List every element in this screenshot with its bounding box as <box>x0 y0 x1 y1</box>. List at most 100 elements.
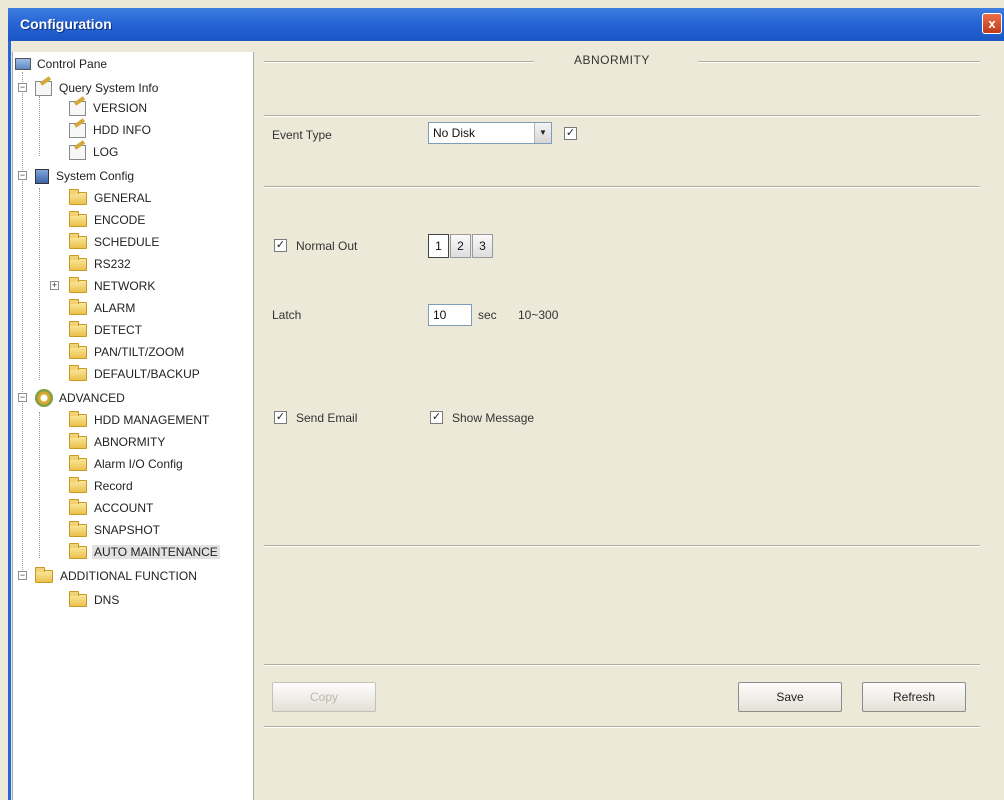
tree-item-snapshot[interactable]: SNAPSHOT <box>69 520 162 540</box>
folder-icon <box>69 188 87 205</box>
tree-item-label: ACCOUNT <box>94 501 154 515</box>
tree-item-pan-tilt-zoom[interactable]: PAN/TILT/ZOOM <box>69 342 186 362</box>
event-type-label: Event Type <box>272 128 332 142</box>
window-title: Configuration <box>20 16 112 32</box>
collapse-toggle[interactable]: − <box>18 83 27 92</box>
tree-item-alarm-io-config[interactable]: Alarm I/O Config <box>69 454 185 474</box>
tree-item-label: DEFAULT/BACKUP <box>94 367 200 381</box>
tree-item-rs232[interactable]: RS232 <box>69 254 133 274</box>
folder-icon <box>69 520 87 537</box>
collapse-toggle[interactable]: − <box>18 571 27 580</box>
refresh-button[interactable]: Refresh <box>862 682 966 712</box>
system-icon <box>35 168 49 184</box>
divider <box>264 61 534 63</box>
tree-item-label: NETWORK <box>94 279 156 293</box>
tree-item-schedule[interactable]: SCHEDULE <box>69 232 161 252</box>
tree-item-label: ABNORMITY <box>94 435 166 449</box>
expand-toggle[interactable]: + <box>50 281 59 290</box>
close-button[interactable]: x <box>982 13 1002 34</box>
output-channel-3-button[interactable]: 3 <box>472 234 493 258</box>
tree-item-label: Control Pane <box>37 57 108 71</box>
output-channel-2-button[interactable]: 2 <box>450 234 471 258</box>
tree-item-alarm[interactable]: ALARM <box>69 298 137 318</box>
tree-item-label: AUTO MAINTENANCE <box>92 545 220 559</box>
folder-icon <box>69 498 87 515</box>
send-email-label: Send Email <box>296 411 358 425</box>
tree-item-label: ENCODE <box>94 213 146 227</box>
tree-item-general[interactable]: GENERAL <box>69 188 153 208</box>
note-icon <box>35 80 52 96</box>
tree-item-label: GENERAL <box>94 191 152 205</box>
tree-item-label: Record <box>94 479 133 493</box>
tree-connector <box>39 96 40 156</box>
window-frame-edge <box>8 41 11 800</box>
tree-item-label: SCHEDULE <box>94 235 160 249</box>
folder-icon <box>69 254 87 271</box>
tree-item-label: DNS <box>94 593 120 607</box>
folder-icon <box>69 476 87 493</box>
show-message-label: Show Message <box>452 411 535 425</box>
tree-item-advanced[interactable]: ADVANCED <box>35 388 127 408</box>
copy-button[interactable]: Copy <box>272 682 376 712</box>
latch-unit: sec <box>478 308 497 322</box>
folder-icon <box>69 342 87 359</box>
event-type-select[interactable]: No Disk ▼ <box>428 122 552 144</box>
tree-item-account[interactable]: ACCOUNT <box>69 498 155 518</box>
tree-item-hdd-info[interactable]: HDD INFO <box>69 120 153 140</box>
divider <box>264 726 980 728</box>
tree-item-query-system-info[interactable]: Query System Info <box>35 78 160 98</box>
tree-item-auto-maintenance[interactable]: AUTO MAINTENANCE <box>69 542 220 562</box>
tree-item-encode[interactable]: ENCODE <box>69 210 147 230</box>
event-enable-checkbox[interactable]: ✓ <box>564 127 577 140</box>
folder-icon <box>69 210 87 227</box>
tree-item-system-config[interactable]: System Config <box>35 166 136 186</box>
tree-item-label: ALARM <box>94 301 136 315</box>
tree-item-abnormity[interactable]: ABNORMITY <box>69 432 167 452</box>
note-icon <box>69 100 86 116</box>
navigation-tree: Control Pane − Query System Info VERSION… <box>12 52 254 800</box>
tree-item-control-pane[interactable]: Control Pane <box>15 54 109 74</box>
tree-item-dns[interactable]: DNS <box>69 590 121 610</box>
tree-item-label: DETECT <box>94 323 142 337</box>
tree-item-label: ADVANCED <box>59 391 125 405</box>
tree-item-label: Query System Info <box>59 81 159 95</box>
divider <box>264 545 980 547</box>
divider <box>264 186 980 188</box>
tree-item-detect[interactable]: DETECT <box>69 320 144 340</box>
tree-item-hdd-management[interactable]: HDD MANAGEMENT <box>69 410 211 430</box>
folder-icon <box>69 410 87 427</box>
tree-connector <box>39 412 40 558</box>
chevron-down-icon[interactable]: ▼ <box>534 123 551 143</box>
collapse-toggle[interactable]: − <box>18 393 27 402</box>
collapse-toggle[interactable]: − <box>18 171 27 180</box>
tree-connector <box>22 72 23 580</box>
tree-item-log[interactable]: LOG <box>69 142 120 162</box>
tree-item-additional-function[interactable]: ADDITIONAL FUNCTION <box>35 566 199 586</box>
tree-item-version[interactable]: VERSION <box>69 98 149 118</box>
tree-item-label: PAN/TILT/ZOOM <box>94 345 185 359</box>
note-icon <box>69 144 86 160</box>
close-icon: x <box>988 16 996 31</box>
tree-item-label: HDD INFO <box>93 123 151 137</box>
gear-icon <box>35 389 53 407</box>
divider <box>264 664 980 666</box>
folder-icon <box>69 276 87 293</box>
folder-icon <box>69 364 87 381</box>
send-email-checkbox[interactable]: ✓ <box>274 411 287 424</box>
monitor-icon <box>15 58 31 70</box>
tree-item-record[interactable]: Record <box>69 476 135 496</box>
latch-input[interactable]: 10 <box>428 304 472 326</box>
title-bar[interactable]: Configuration x <box>8 8 1004 41</box>
normal-out-checkbox[interactable]: ✓ <box>274 239 287 252</box>
output-channel-1-button[interactable]: 1 <box>428 234 449 258</box>
tree-item-label: RS232 <box>94 257 131 271</box>
latch-label: Latch <box>272 308 302 322</box>
folder-icon <box>69 590 87 607</box>
normal-out-label: Normal Out <box>296 239 358 253</box>
note-icon <box>69 122 86 138</box>
show-message-checkbox[interactable]: ✓ <box>430 411 443 424</box>
tree-item-network[interactable]: NETWORK <box>69 276 157 296</box>
save-button[interactable]: Save <box>738 682 842 712</box>
tree-item-default-backup[interactable]: DEFAULT/BACKUP <box>69 364 202 384</box>
folder-icon <box>69 320 87 337</box>
